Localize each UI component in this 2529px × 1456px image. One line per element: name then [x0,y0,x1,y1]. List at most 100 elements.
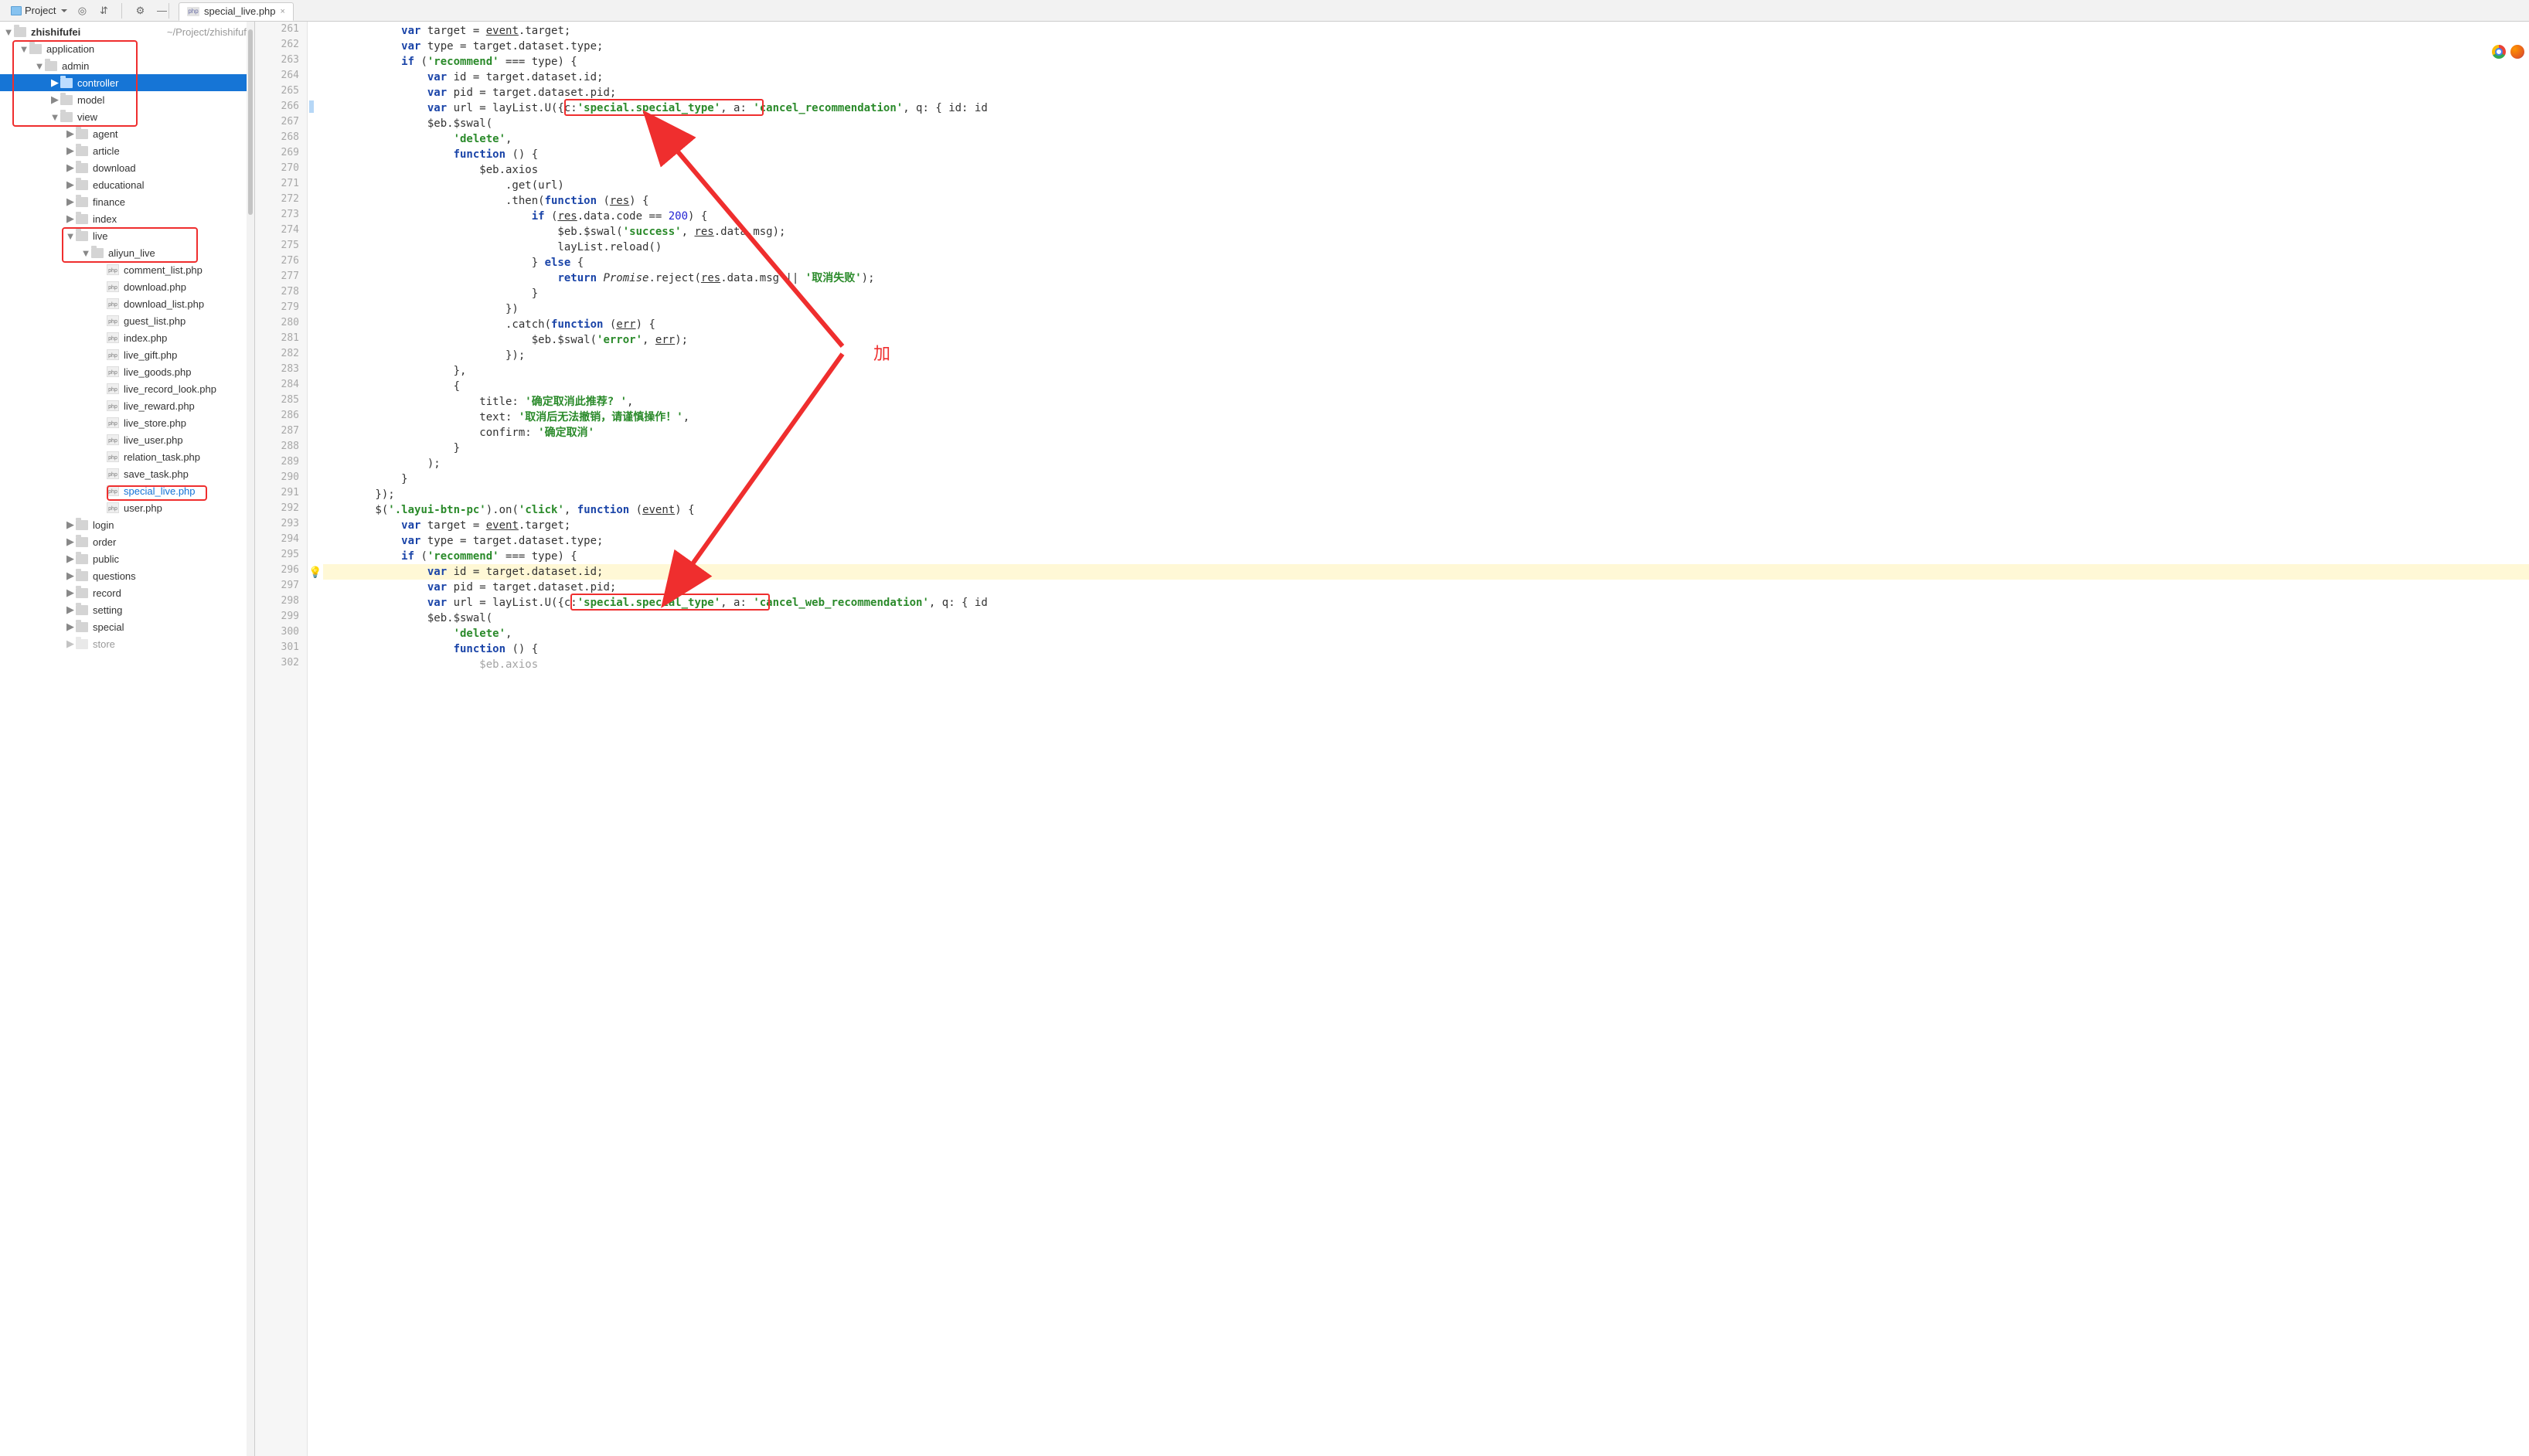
tree-file-item[interactable]: ▶phpguest_list.php [0,312,254,329]
chevron-right-icon[interactable]: ▶ [65,196,76,208]
chevron-right-icon[interactable]: ▶ [65,162,76,174]
code-line[interactable]: }) [323,301,2529,317]
tree-file-item[interactable]: ▶phpdownload_list.php [0,295,254,312]
tree-folder-item[interactable]: ▶agent [0,125,254,142]
code-line[interactable]: .catch(function (err) { [323,317,2529,332]
tree-folder-item[interactable]: ▶special [0,618,254,635]
chevron-right-icon[interactable]: ▶ [65,213,76,225]
tree-file-item[interactable]: ▶phplive_user.php [0,431,254,448]
code-line[interactable]: var pid = target.dataset.pid; [323,580,2529,595]
scrollbar-thumb[interactable] [248,29,253,215]
chevron-right-icon[interactable]: ▶ [65,587,76,599]
tree-file-item[interactable]: ▶phplive_record_look.php [0,380,254,397]
code-line[interactable]: .then(function (res) { [323,193,2529,209]
tree-root[interactable]: ▼zhishifufei~/Project/zhishifufei [0,23,254,40]
tree-folder-item[interactable]: ▶article [0,142,254,159]
code-line[interactable]: } [323,471,2529,487]
code-line[interactable]: $eb.$swal('error', err); [323,332,2529,348]
tree-folder-item[interactable]: ▼aliyun_live [0,244,254,261]
code-line[interactable]: 'delete', [323,131,2529,147]
code-line[interactable]: function () { [323,641,2529,657]
tree-file-item[interactable]: ▶phpspecial_live.php [0,482,254,499]
code-line[interactable]: layList.reload() [323,240,2529,255]
chevron-right-icon[interactable]: ▶ [65,128,76,140]
chrome-icon[interactable] [2492,45,2506,59]
chevron-right-icon[interactable]: ▶ [65,519,76,531]
chevron-right-icon[interactable]: ▶ [65,536,76,548]
code-line[interactable]: var id = target.dataset.id; [323,70,2529,85]
collapse-icon[interactable]: ⇵ [97,4,111,18]
code-editor[interactable]: 2612622632642652662672682692702712722732… [255,22,2529,1456]
tree-folder-item[interactable]: ▶setting [0,601,254,618]
tree-folder-item[interactable]: ▼application [0,40,254,57]
code-line[interactable]: 'delete', [323,626,2529,641]
code-line[interactable]: if (res.data.code == 200) { [323,209,2529,224]
code-line[interactable]: } else { [323,255,2529,270]
code-line[interactable]: var id = target.dataset.id; [323,564,2529,580]
chevron-right-icon[interactable]: ▶ [65,604,76,616]
code-line[interactable]: return Promise.reject(res.data.msg || '取… [323,270,2529,286]
chevron-down-icon[interactable]: ▼ [34,60,45,72]
tree-file-item[interactable]: ▶phpcomment_list.php [0,261,254,278]
code-line[interactable]: text: '取消后无法撤销，请谨慎操作！', [323,410,2529,425]
code-line[interactable]: var target = event.target; [323,23,2529,39]
tree-file-item[interactable]: ▶phplive_gift.php [0,346,254,363]
chevron-right-icon[interactable]: ▶ [49,94,60,106]
gear-icon[interactable]: ⚙ [133,4,147,18]
code-line[interactable]: ); [323,456,2529,471]
tree-file-item[interactable]: ▶phplive_store.php [0,414,254,431]
tree-folder-item[interactable]: ▶educational [0,176,254,193]
tree-folder-item[interactable]: ▶download [0,159,254,176]
project-selector[interactable]: Project [6,3,72,18]
code-line[interactable]: if ('recommend' === type) { [323,549,2529,564]
chevron-right-icon[interactable]: ▶ [65,553,76,565]
code-area[interactable]: var target = event.target; var type = ta… [323,22,2529,1456]
close-icon[interactable]: × [281,7,285,16]
tree-file-item[interactable]: ▶phpuser.php [0,499,254,516]
tree-file-item[interactable]: ▶phpsave_task.php [0,465,254,482]
target-icon[interactable]: ◎ [75,4,89,18]
code-line[interactable]: $eb.$swal('success', res.data.msg); [323,224,2529,240]
code-line[interactable]: }); [323,487,2529,502]
editor-tab[interactable]: php special_live.php × [179,2,294,21]
tree-file-item[interactable]: ▶phplive_reward.php [0,397,254,414]
code-line[interactable]: .get(url) [323,178,2529,193]
code-line[interactable]: { [323,379,2529,394]
code-line[interactable]: var type = target.dataset.type; [323,533,2529,549]
code-line[interactable]: confirm: '确定取消' [323,425,2529,441]
chevron-down-icon[interactable]: ▼ [80,247,91,259]
tree-folder-item[interactable]: ▶order [0,533,254,550]
chevron-right-icon[interactable]: ▶ [65,145,76,157]
tree-folder-item[interactable]: ▶controller [0,74,254,91]
tree-folder-item[interactable]: ▼admin [0,57,254,74]
scrollbar[interactable] [247,22,254,1456]
chevron-right-icon[interactable]: ▶ [65,621,76,633]
tree-folder-item[interactable]: ▶login [0,516,254,533]
code-line[interactable]: $eb.axios [323,162,2529,178]
tree-folder-item[interactable]: ▶record [0,584,254,601]
chevron-right-icon[interactable]: ▶ [49,77,60,89]
tree-folder-item[interactable]: ▶public [0,550,254,567]
tree-folder-item[interactable]: ▼view [0,108,254,125]
chevron-right-icon[interactable]: ▶ [65,179,76,191]
code-line[interactable]: $eb.axios [323,657,2529,672]
firefox-icon[interactable] [2510,45,2524,59]
code-line[interactable]: var target = event.target; [323,518,2529,533]
code-line[interactable]: function () { [323,147,2529,162]
chevron-right-icon[interactable]: ▶ [65,570,76,582]
code-line[interactable]: }); [323,348,2529,363]
chevron-down-icon[interactable]: ▼ [19,43,29,55]
code-line[interactable]: } [323,441,2529,456]
tree-folder-item[interactable]: ▶store [0,635,254,652]
tree-folder-item[interactable]: ▶finance [0,193,254,210]
code-line[interactable]: }, [323,363,2529,379]
code-line[interactable]: $eb.$swal( [323,611,2529,626]
code-line[interactable]: title: '确定取消此推荐? ', [323,394,2529,410]
minimize-icon[interactable]: — [155,4,168,18]
lightbulb-icon[interactable] [308,564,323,580]
tree-folder-item[interactable]: ▶model [0,91,254,108]
code-line[interactable]: var type = target.dataset.type; [323,39,2529,54]
tree-file-item[interactable]: ▶phplive_goods.php [0,363,254,380]
code-line[interactable]: var url = layList.U({c:'special.special_… [323,100,2529,116]
tree-file-item[interactable]: ▶phpindex.php [0,329,254,346]
